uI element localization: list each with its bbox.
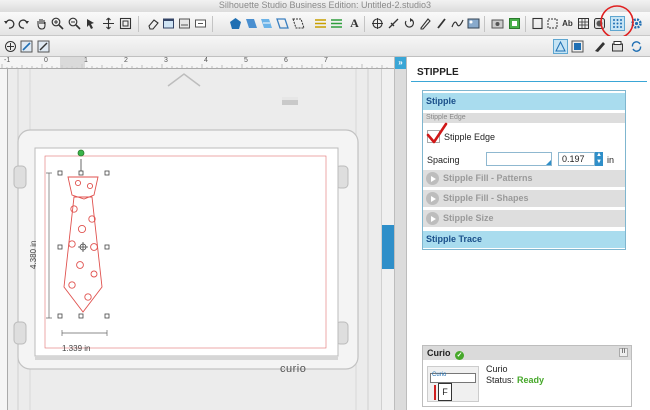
stipple-panel: STIPPLE Stipple Stipple Edge Stipple Edg… bbox=[406, 57, 650, 410]
stipple-edge-subheading: Stipple Edge bbox=[423, 113, 625, 123]
zoom-out-icon[interactable] bbox=[67, 16, 82, 31]
ruler-tick-label: 5 bbox=[244, 57, 248, 64]
ruler-tick-label: 4 bbox=[204, 57, 208, 64]
fill-color-icon[interactable] bbox=[228, 16, 243, 31]
stipple-options-box: Stipple Stipple Edge Stipple Edge Spacin… bbox=[422, 90, 626, 250]
expand-play-icon bbox=[426, 172, 439, 185]
store-view-icon[interactable] bbox=[570, 39, 585, 54]
cut-settings-icon[interactable] bbox=[177, 16, 192, 31]
ruler-tick-label: 1 bbox=[84, 57, 88, 64]
spacing-value-input[interactable]: 0.197 bbox=[558, 152, 595, 166]
rotate-icon[interactable] bbox=[402, 16, 417, 31]
edit-points-icon[interactable] bbox=[19, 39, 34, 54]
pencil-icon[interactable] bbox=[418, 16, 433, 31]
grid-lines-icon[interactable] bbox=[329, 16, 344, 31]
ruler-tick-label: 6 bbox=[284, 57, 288, 64]
device-header: Curio ✓ bbox=[423, 346, 631, 360]
thumbnail-glyph: F bbox=[438, 383, 452, 401]
design-store-icon[interactable] bbox=[576, 16, 591, 31]
undo-icon[interactable] bbox=[2, 16, 17, 31]
ruler-tick-label: 7 bbox=[324, 57, 328, 64]
section-label: Stipple Size bbox=[443, 213, 494, 223]
text-style-icon[interactable]: Ab bbox=[560, 16, 575, 31]
library-view-icon[interactable] bbox=[592, 39, 607, 54]
select-icon[interactable] bbox=[3, 39, 18, 54]
status-label: Status: bbox=[486, 375, 515, 385]
section-fill-patterns[interactable]: Stipple Fill - Patterns bbox=[423, 170, 625, 187]
fit-to-page-icon[interactable] bbox=[118, 16, 133, 31]
spacing-unit: in bbox=[607, 155, 615, 165]
rhinestone-icon[interactable] bbox=[592, 16, 607, 31]
panel-collapse-toggle[interactable]: » bbox=[394, 57, 406, 410]
offset-icon[interactable] bbox=[530, 16, 545, 31]
double-chevron-icon[interactable]: » bbox=[395, 57, 406, 69]
image-effects-icon[interactable] bbox=[466, 16, 481, 31]
stipple-tool-icon[interactable] bbox=[610, 16, 625, 31]
replicate-icon[interactable] bbox=[370, 16, 385, 31]
brush-icon[interactable] bbox=[434, 16, 449, 31]
device-header-label: Curio bbox=[427, 348, 451, 358]
line-style-icon[interactable] bbox=[291, 16, 306, 31]
fill-pattern-icon[interactable] bbox=[259, 16, 274, 31]
zoom-in-icon[interactable] bbox=[50, 16, 65, 31]
text-tool-icon[interactable]: A bbox=[347, 16, 362, 31]
zoom-select-icon[interactable] bbox=[84, 16, 99, 31]
group-icon[interactable] bbox=[36, 39, 51, 54]
panel-title: STIPPLE bbox=[417, 67, 459, 78]
section-label: Stipple Fill - Shapes bbox=[443, 193, 529, 203]
section-stipple-size[interactable]: Stipple Size bbox=[423, 210, 625, 227]
send-view-icon[interactable] bbox=[610, 39, 625, 54]
secondary-toolbar bbox=[0, 36, 650, 57]
design-view-icon[interactable] bbox=[553, 39, 568, 54]
hand-pan-icon[interactable] bbox=[34, 16, 49, 31]
device-thumbnail: Curio F bbox=[427, 366, 479, 402]
settings-gear-icon[interactable] bbox=[629, 16, 644, 31]
page-setup-icon[interactable] bbox=[161, 16, 176, 31]
width-dimension: 1.339 in bbox=[62, 344, 91, 353]
stipple-header[interactable]: Stipple bbox=[423, 93, 625, 110]
section-label: Stipple Fill - Patterns bbox=[443, 173, 533, 183]
gradient-icon[interactable] bbox=[244, 16, 259, 31]
warp-icon[interactable] bbox=[545, 16, 560, 31]
send-icon[interactable] bbox=[193, 16, 208, 31]
spacing-slider[interactable] bbox=[486, 152, 552, 166]
height-dimension: 4.380 in bbox=[29, 240, 38, 269]
refresh-icon[interactable] bbox=[629, 39, 644, 54]
pause-icon[interactable]: II bbox=[619, 348, 628, 357]
section-fill-shapes[interactable]: Stipple Fill - Shapes bbox=[423, 190, 625, 207]
line-color-icon[interactable] bbox=[275, 16, 290, 31]
device-name: Curio bbox=[486, 364, 508, 374]
design-canvas[interactable]: 4.380 in 1.339 in curio bbox=[8, 69, 381, 410]
window-title: Silhouette Studio Business Edition: Unti… bbox=[0, 0, 650, 12]
knife-icon[interactable] bbox=[386, 16, 401, 31]
stipple-trace-header[interactable]: Stipple Trace bbox=[423, 231, 625, 248]
trace-icon[interactable] bbox=[507, 16, 522, 31]
expand-play-icon bbox=[426, 212, 439, 225]
sketch-icon[interactable] bbox=[450, 16, 465, 31]
stipple-edge-label: Stipple Edge bbox=[444, 132, 496, 142]
eraser-icon[interactable] bbox=[146, 16, 161, 31]
expand-play-icon bbox=[426, 192, 439, 205]
registration-marks-icon[interactable] bbox=[313, 16, 328, 31]
ruler-tick-label: -1 bbox=[4, 57, 11, 64]
status-value: Ready bbox=[517, 375, 545, 385]
ruler-tick-label: 2 bbox=[124, 57, 128, 64]
library-icon[interactable] bbox=[490, 16, 505, 31]
horizontal-ruler: -1 0 1 2 3 4 5 6 7 bbox=[0, 57, 394, 69]
ready-check-icon: ✓ bbox=[455, 351, 465, 360]
vertical-scrollbar[interactable] bbox=[381, 69, 394, 410]
device-status-box: Curio ✓ II Curio F Curio Status: Ready bbox=[422, 345, 632, 407]
ruler-tick-label: 0 bbox=[44, 57, 48, 64]
vertical-ruler bbox=[0, 69, 8, 410]
thumbnail-label: Curio bbox=[432, 372, 447, 378]
mat-brand-label: curio bbox=[280, 363, 307, 375]
spacing-stepper[interactable]: ▲ ▼ bbox=[595, 152, 603, 166]
main-toolbar: A Ab bbox=[0, 12, 650, 36]
redo-icon[interactable] bbox=[16, 16, 31, 31]
ruler-tick-label: 3 bbox=[164, 57, 168, 64]
spacing-label: Spacing bbox=[427, 155, 460, 165]
fit-drag-icon[interactable] bbox=[101, 16, 116, 31]
